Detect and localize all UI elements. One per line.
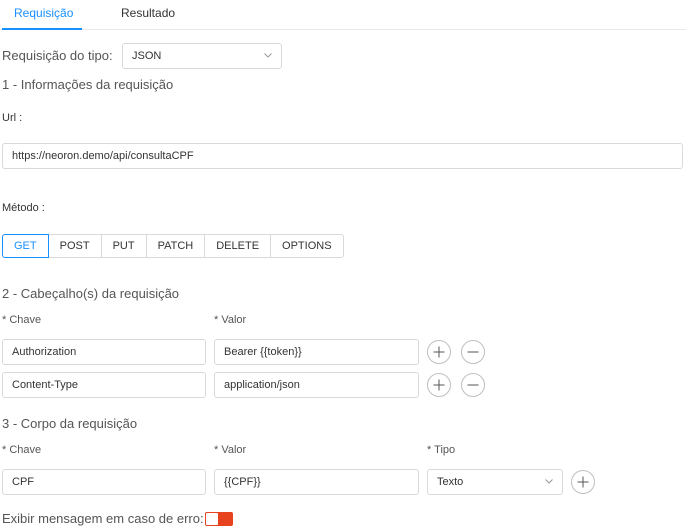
header-key-input[interactable]: Content-Type bbox=[2, 372, 206, 398]
add-body-field-button[interactable] bbox=[571, 470, 595, 494]
method-get-button[interactable]: GET bbox=[2, 234, 49, 258]
body-value-input[interactable]: {{CPF}} bbox=[214, 469, 419, 495]
method-radio-group: GET POST PUT PATCH DELETE OPTIONS bbox=[2, 234, 344, 258]
section-3-title: 3 - Corpo da requisição bbox=[2, 416, 138, 431]
section-1-title: 1 - Informações da requisição bbox=[2, 77, 174, 92]
request-type-value: JSON bbox=[132, 50, 162, 62]
header-key-label: * Chave bbox=[2, 314, 42, 326]
header-value-label: * Valor bbox=[214, 314, 247, 326]
body-key-label: * Chave bbox=[2, 444, 42, 456]
body-value-label: * Valor bbox=[214, 444, 247, 456]
method-options-button[interactable]: OPTIONS bbox=[270, 234, 344, 258]
header-value-input[interactable]: Bearer {{token}} bbox=[214, 339, 419, 365]
tab-requisicao[interactable]: Requisição bbox=[14, 6, 73, 20]
header-key-input[interactable]: Authorization bbox=[2, 339, 206, 365]
minus-icon bbox=[467, 384, 479, 386]
add-header-button[interactable] bbox=[427, 340, 451, 364]
plus-icon bbox=[577, 476, 589, 488]
method-patch-button[interactable]: PATCH bbox=[145, 234, 206, 258]
body-type-value: Texto bbox=[437, 476, 464, 488]
tab-resultado[interactable]: Resultado bbox=[121, 6, 175, 20]
url-input[interactable]: https://neoron.demo/api/consultaCPF bbox=[2, 143, 683, 169]
body-key-input[interactable]: CPF bbox=[2, 469, 206, 495]
body-type-select[interactable]: Texto bbox=[427, 469, 563, 495]
method-post-button[interactable]: POST bbox=[47, 234, 102, 258]
error-message-label: Exibir mensagem em caso de erro: bbox=[2, 511, 204, 526]
chevron-down-icon bbox=[545, 477, 553, 485]
request-type-select[interactable]: JSON bbox=[122, 43, 282, 69]
method-delete-button[interactable]: DELETE bbox=[204, 234, 272, 258]
plus-icon bbox=[433, 346, 445, 358]
header-value-input[interactable]: application/json bbox=[214, 372, 419, 398]
active-tab-indicator bbox=[2, 28, 82, 30]
remove-header-button[interactable] bbox=[461, 340, 485, 364]
tab-bar: Requisição Resultado bbox=[0, 0, 686, 30]
section-2-title: 2 - Cabeçalho(s) da requisição bbox=[2, 286, 180, 301]
method-put-button[interactable]: PUT bbox=[100, 234, 147, 258]
request-type-label: Requisição do tipo: bbox=[2, 48, 113, 63]
body-type-label: * Tipo bbox=[427, 444, 456, 456]
method-label: Método : bbox=[2, 202, 45, 214]
url-label: Url : bbox=[2, 112, 23, 124]
remove-header-button[interactable] bbox=[461, 373, 485, 397]
toggle-knob bbox=[206, 513, 218, 525]
error-message-toggle[interactable] bbox=[205, 512, 233, 526]
plus-icon bbox=[433, 379, 445, 391]
add-header-button[interactable] bbox=[427, 373, 451, 397]
minus-icon bbox=[467, 351, 479, 353]
chevron-down-icon bbox=[264, 51, 272, 59]
